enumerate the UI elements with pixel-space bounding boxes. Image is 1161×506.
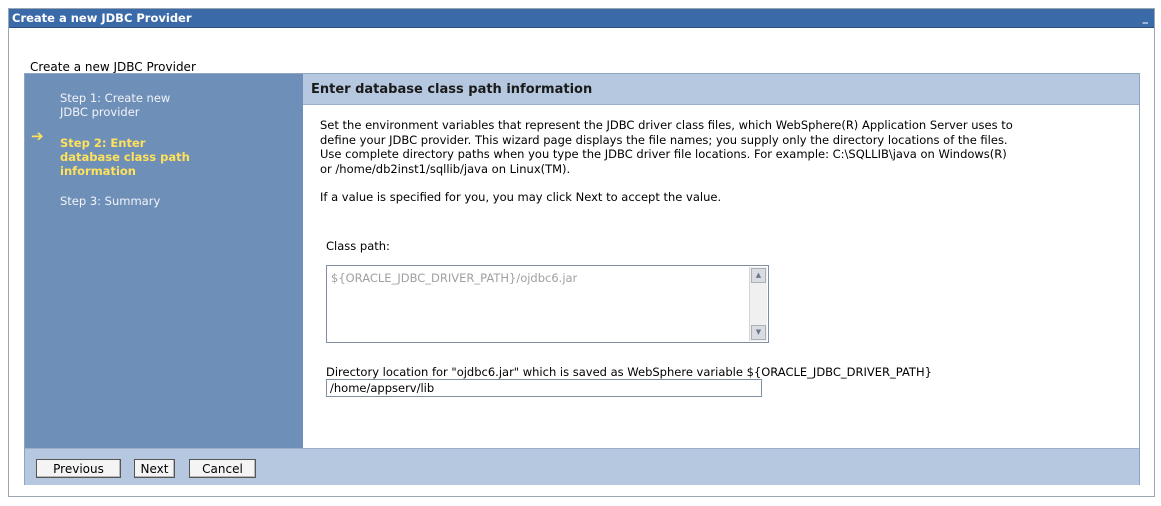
step-3-line1: Step 3: Summary bbox=[60, 194, 161, 208]
wizard-panel: Step 1: Create new JDBC provider ➔ Step … bbox=[24, 73, 1140, 485]
step-1-line1: Step 1: Create new bbox=[60, 91, 171, 105]
description-line: or /home/db2inst1/sqllib/java on Linux(T… bbox=[320, 161, 571, 176]
classpath-value: ${ORACLE_JDBC_DRIVER_PATH}/ojdbc6.jar bbox=[331, 271, 578, 285]
directory-location-input[interactable] bbox=[326, 379, 762, 397]
portlet-titlebar: Create a new JDBC Provider _ bbox=[9, 9, 1154, 28]
step-1-line2: JDBC provider bbox=[60, 105, 140, 119]
previous-button[interactable]: Previous bbox=[36, 459, 121, 478]
classpath-label: Class path: bbox=[326, 239, 390, 253]
portlet-title: Create a new JDBC Provider bbox=[12, 11, 192, 25]
cancel-button[interactable]: Cancel bbox=[189, 459, 256, 478]
content-title: Enter database class path information bbox=[311, 82, 593, 97]
directory-location-label: Directory location for "ojdbc6.jar" whic… bbox=[326, 365, 932, 379]
content-header: Enter database class path information bbox=[303, 74, 1139, 105]
scroll-up-icon[interactable]: ▲ bbox=[751, 268, 766, 283]
minimize-icon[interactable]: _ bbox=[1143, 12, 1149, 23]
description-line: define your JDBC provider. This wizard p… bbox=[320, 132, 1008, 147]
step-2-line2: database class path bbox=[60, 150, 190, 164]
next-button[interactable]: Next bbox=[134, 459, 175, 478]
page-title: Create a new JDBC Provider bbox=[30, 60, 196, 74]
wizard-content: Enter database class path information Se… bbox=[303, 74, 1139, 448]
jdbc-provider-portlet: Create a new JDBC Provider _ Create a ne… bbox=[8, 8, 1155, 497]
step-3: Step 3: Summary bbox=[60, 194, 290, 208]
hint-text: If a value is specified for you, you may… bbox=[320, 190, 722, 204]
description-line: Use complete directory paths when you ty… bbox=[320, 147, 1007, 161]
step-2-current: Step 2: Enter database class path inform… bbox=[60, 136, 290, 178]
classpath-textarea[interactable]: ${ORACLE_JDBC_DRIVER_PATH}/ojdbc6.jar ▲ … bbox=[326, 265, 769, 343]
description-text: Set the environment variables that repre… bbox=[320, 118, 1125, 176]
step-2-line1: Step 2: Enter bbox=[60, 136, 146, 150]
scroll-down-icon[interactable]: ▼ bbox=[751, 325, 766, 340]
wizard-steps-sidebar: Step 1: Create new JDBC provider ➔ Step … bbox=[25, 74, 303, 448]
description-line: Set the environment variables that repre… bbox=[320, 118, 1013, 132]
wizard-button-bar: Previous Next Cancel bbox=[25, 448, 1139, 485]
step-1: Step 1: Create new JDBC provider bbox=[60, 91, 290, 119]
step-2-line3: information bbox=[60, 164, 136, 178]
classpath-scrollbar[interactable]: ▲ ▼ bbox=[749, 267, 767, 341]
arrow-right-icon: ➔ bbox=[31, 127, 44, 145]
